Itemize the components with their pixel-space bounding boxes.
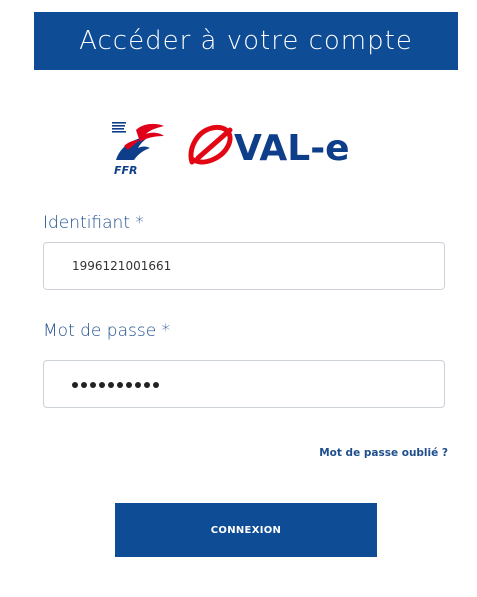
password-dot <box>135 382 141 388</box>
oval-ball-icon <box>188 124 233 165</box>
rooster-crest-icon <box>136 123 164 142</box>
identifier-label: Identifiant * <box>43 213 144 233</box>
password-dot <box>90 382 96 388</box>
identifier-value: 1996121001661 <box>72 259 172 273</box>
password-dot <box>72 382 78 388</box>
ffr-small-text-icon <box>112 122 126 133</box>
brand-logos: FFR VAL-e <box>100 108 390 178</box>
password-dot <box>126 382 132 388</box>
page-title: Accéder à votre compte <box>79 26 413 56</box>
password-dot <box>117 382 123 388</box>
oval-e-logo: VAL-e <box>188 124 350 169</box>
page-header: Accéder à votre compte <box>34 12 458 70</box>
ffr-text: FFR <box>114 164 138 177</box>
password-dot <box>81 382 87 388</box>
password-dot <box>108 382 114 388</box>
password-dot <box>153 382 159 388</box>
password-input[interactable] <box>43 360 445 408</box>
password-masked-value <box>72 382 159 388</box>
password-label: Mot de passe * <box>43 321 171 341</box>
identifier-input[interactable]: 1996121001661 <box>43 242 445 290</box>
oval-text: VAL-e <box>234 128 350 169</box>
rooster-icon <box>116 136 150 160</box>
password-dot <box>144 382 150 388</box>
connexion-button[interactable]: CONNEXION <box>115 503 377 557</box>
forgot-password-link[interactable]: Mot de passe oublié ? <box>319 447 448 459</box>
ffr-logo: FFR <box>112 122 164 177</box>
password-dot <box>99 382 105 388</box>
